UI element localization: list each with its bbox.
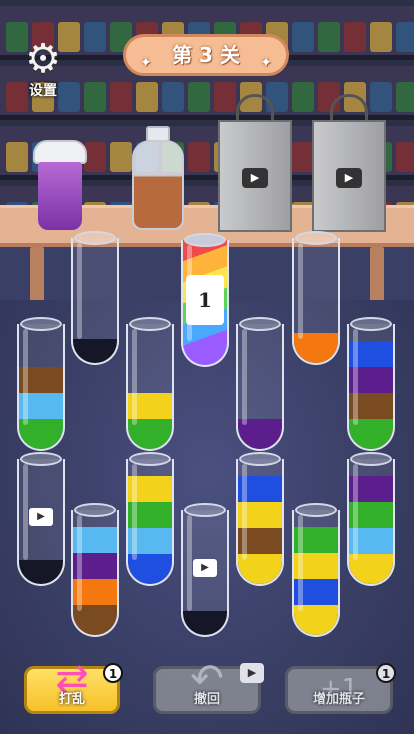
tube-empty-bottom xyxy=(183,611,227,635)
undo-label: 撤回 xyxy=(193,692,220,707)
tube-rim xyxy=(20,452,62,466)
video-icon: ▶ xyxy=(193,559,217,577)
tube-shine xyxy=(298,515,303,611)
shelf-jar xyxy=(318,22,340,52)
tube-rim xyxy=(184,503,226,517)
tube-rim xyxy=(350,317,392,331)
tube-r1-1[interactable] xyxy=(71,231,119,365)
shelf-jar xyxy=(110,142,132,172)
video-icon: ▶ xyxy=(336,168,362,188)
tube-rim xyxy=(20,317,62,331)
shelf-jar xyxy=(136,82,158,112)
video-icon: ▶ xyxy=(240,663,264,683)
video-icon: ▶ xyxy=(29,508,53,526)
tube-r3-2[interactable] xyxy=(126,452,174,586)
shelf-jar xyxy=(110,82,132,112)
grape-drink-cup[interactable] xyxy=(33,140,87,232)
tube-r2-4[interactable] xyxy=(347,317,395,451)
level-title: 第 3 关 xyxy=(172,43,240,67)
milk-bottle[interactable] xyxy=(132,126,184,230)
undo-button[interactable]: ↶ 撤回 ▶ xyxy=(153,657,264,714)
shelf-jar xyxy=(396,82,414,112)
sparkle-icon: ✦ xyxy=(140,55,152,71)
tube-rim xyxy=(129,317,171,331)
tube-shine xyxy=(77,515,82,611)
tube-rim xyxy=(184,233,226,247)
video-icon: ▶ xyxy=(242,168,268,188)
table-leg xyxy=(30,247,44,302)
tube-r1-3[interactable] xyxy=(292,231,340,365)
tube-r3-7[interactable]: ▶ xyxy=(181,503,229,637)
tube-r2-1[interactable] xyxy=(17,317,65,451)
shelf-jar xyxy=(292,82,314,112)
tube-shine xyxy=(132,464,137,560)
tube-rim xyxy=(239,317,281,331)
shelf-jar xyxy=(396,142,414,172)
tube-r3-4[interactable] xyxy=(292,503,340,637)
tube-rim xyxy=(350,452,392,466)
tube-shine xyxy=(353,329,358,425)
tube-empty-bottom xyxy=(19,560,63,584)
shuffle-button[interactable]: ⇄ 打乱 1 xyxy=(24,657,123,714)
shelf-jar xyxy=(188,82,210,112)
shelf-jar xyxy=(292,142,314,172)
tube-shine xyxy=(242,464,247,560)
tube-shine xyxy=(77,243,82,339)
shuffle-label: 打乱 xyxy=(58,692,85,707)
tube-rim xyxy=(74,503,116,517)
table-leg xyxy=(370,247,384,302)
add-bottle-count-badge: 1 xyxy=(376,663,396,683)
shelf-jar xyxy=(292,22,314,52)
tube-shine xyxy=(23,329,28,425)
shelf-jar xyxy=(370,22,392,52)
tube-shine xyxy=(187,515,192,611)
shelf-jar xyxy=(162,82,184,112)
tube-r2-3[interactable] xyxy=(236,317,284,451)
tube-rim xyxy=(295,503,337,517)
tube-shine xyxy=(242,329,247,425)
shelf-jar xyxy=(84,82,106,112)
shopping-bag-2[interactable]: ▶ xyxy=(312,94,386,234)
tube-r3-5[interactable] xyxy=(347,452,395,586)
tube-rim xyxy=(295,231,337,245)
bottle-body xyxy=(132,140,184,230)
tube-r1-special[interactable]: 1 xyxy=(181,233,229,367)
add-bottle-label: 增加瓶子 xyxy=(312,692,365,707)
add-bottle-button[interactable]: +1 增加瓶子 1 xyxy=(285,663,396,714)
tube-shine xyxy=(353,464,358,560)
tube-shine xyxy=(23,464,28,560)
shelf-jar xyxy=(84,22,106,52)
cup-body xyxy=(38,162,82,230)
sparkle-icon: ✦ xyxy=(260,55,272,71)
tube-rim xyxy=(239,452,281,466)
shelf-jar xyxy=(396,22,414,52)
tube-r3-1[interactable]: ▶ xyxy=(17,452,65,586)
gear-icon: ⚙ xyxy=(25,36,61,82)
shopping-bag-1[interactable]: ▶ xyxy=(218,94,292,234)
tube-rim xyxy=(129,452,171,466)
tube-r3-3[interactable] xyxy=(236,452,284,586)
cup-lid xyxy=(33,140,87,164)
settings-button[interactable]: ⚙ 设置 xyxy=(16,36,70,99)
tube-r3-6[interactable] xyxy=(71,503,119,637)
tube-shine xyxy=(132,329,137,425)
shuffle-count-badge: 1 xyxy=(103,663,123,683)
shelf-jar xyxy=(6,142,28,172)
shelf-jar xyxy=(84,142,106,172)
tube-r2-2[interactable] xyxy=(126,317,174,451)
shelf-jar xyxy=(344,22,366,52)
tube-rim xyxy=(74,231,116,245)
tube-label: 1 xyxy=(186,275,224,325)
level-banner: ✦ 第 3 关 ✦ xyxy=(123,34,289,76)
settings-label: 设置 xyxy=(29,83,57,99)
shelf-jar xyxy=(188,142,210,172)
tube-shine xyxy=(298,243,303,339)
tube-empty-bottom xyxy=(73,339,117,363)
